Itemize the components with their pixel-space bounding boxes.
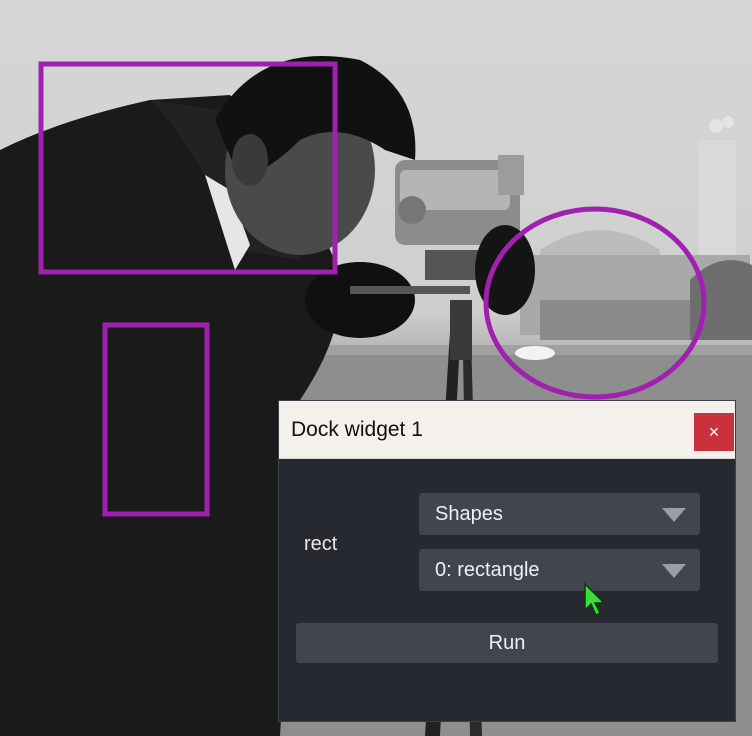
close-button[interactable]: ×: [694, 413, 734, 451]
layer-name-label: rect: [304, 533, 338, 555]
run-button[interactable]: Run: [296, 623, 718, 663]
mouse-cursor-icon: [584, 582, 606, 617]
shape-select-value: 0: rectangle: [435, 559, 540, 581]
close-icon: ×: [708, 421, 720, 442]
dock-title: Dock widget 1: [291, 418, 423, 441]
chevron-down-icon: [662, 564, 686, 578]
chevron-down-icon: [662, 508, 686, 522]
layer-type-select[interactable]: Shapes: [419, 493, 700, 535]
dock-titlebar[interactable]: Dock widget 1 ×: [279, 401, 735, 459]
shape-select[interactable]: 0: rectangle: [419, 549, 700, 591]
run-button-label: Run: [488, 632, 526, 654]
dock-widget: Dock widget 1 × rect Shapes 0: rectangle…: [278, 400, 736, 722]
layer-type-select-value: Shapes: [435, 503, 503, 525]
